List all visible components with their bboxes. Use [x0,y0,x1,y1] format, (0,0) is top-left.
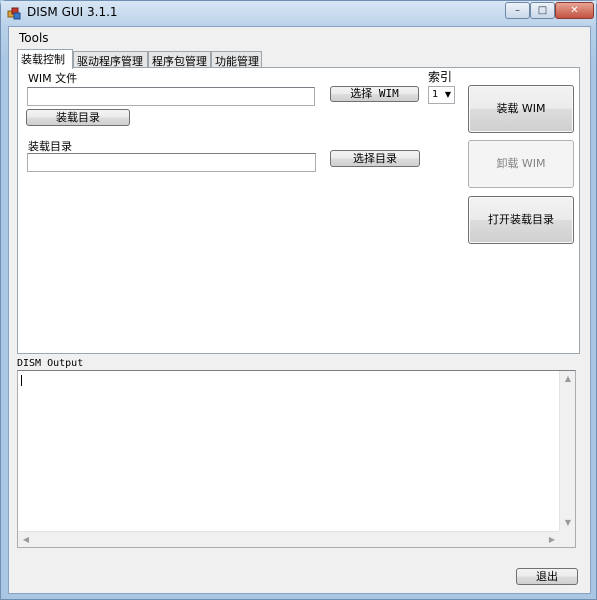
exit-label: 退出 [536,570,558,583]
dism-output-label: DISM Output [17,358,84,369]
scrollbar-corner [559,531,575,547]
maximize-icon: □ [537,5,548,16]
app-window-icon [7,7,21,20]
mount-wim-label: 装载 WIM [496,102,546,115]
window-title: DISM GUI 3.1.1 [27,5,118,19]
mount-control-panel: WIM 文件 选择 WIM 装载目录 装载目录 选择目录 索引 1 ▼ 装载 W… [17,67,580,354]
horizontal-scrollbar[interactable]: ◀ ▶ [18,531,560,547]
arrow-up-icon[interactable]: ▲ [560,371,576,387]
tab-mount-control[interactable]: 装载控制 [17,49,73,69]
arrow-down-icon[interactable]: ▼ [560,515,576,531]
unmount-wim-button[interactable]: 卸载 WIM [468,140,574,188]
index-select[interactable]: 1 ▼ [428,86,455,104]
title-bar[interactable]: DISM GUI 3.1.1 – □ ✕ [1,1,596,25]
menu-bar: Tools [9,27,590,48]
mount-dir-label: 装载目录 [28,140,72,153]
select-wim-button[interactable]: 选择 WIM [330,86,419,102]
minimize-button[interactable]: – [505,2,530,19]
vertical-scrollbar[interactable]: ▲ ▼ [559,371,575,531]
minimize-icon: – [515,5,520,16]
tab-driver-management[interactable]: 驱动程序管理 [73,51,148,68]
wim-file-label: WIM 文件 [28,72,78,85]
chevron-down-icon: ▼ [444,90,451,99]
open-mount-dir-button[interactable]: 打开装载目录 [468,196,574,244]
wim-file-input[interactable] [27,87,315,106]
close-button[interactable]: ✕ [555,2,594,19]
tab-feature-management[interactable]: 功能管理 [211,51,262,68]
arrow-right-icon[interactable]: ▶ [544,532,560,548]
dism-output-textarea[interactable]: ▲ ▼ ◀ ▶ [17,370,576,548]
tab-package-management[interactable]: 程序包管理 [148,51,211,68]
index-value: 1 [432,89,439,100]
open-mount-dir-label: 打开装载目录 [488,213,554,226]
text-caret [21,375,22,386]
menu-tools[interactable]: Tools [19,31,49,45]
mount-dir-button[interactable]: 装载目录 [26,109,130,126]
close-icon: ✕ [570,5,579,16]
maximize-button[interactable]: □ [530,2,555,19]
client-area: Tools 装载控制 驱动程序管理 程序包管理 功能管理 WIM 文件 选择 W… [8,26,591,594]
mount-dir-input[interactable] [27,153,316,172]
select-dir-button[interactable]: 选择目录 [330,150,420,167]
exit-button[interactable]: 退出 [516,568,578,585]
app-window: DISM GUI 3.1.1 – □ ✕ Tools 装载控制 驱动程序管理 程… [0,0,597,600]
arrow-left-icon[interactable]: ◀ [18,532,34,548]
mount-wim-button[interactable]: 装载 WIM [468,85,574,133]
unmount-wim-label: 卸载 WIM [496,157,546,170]
index-label: 索引 [428,70,453,84]
